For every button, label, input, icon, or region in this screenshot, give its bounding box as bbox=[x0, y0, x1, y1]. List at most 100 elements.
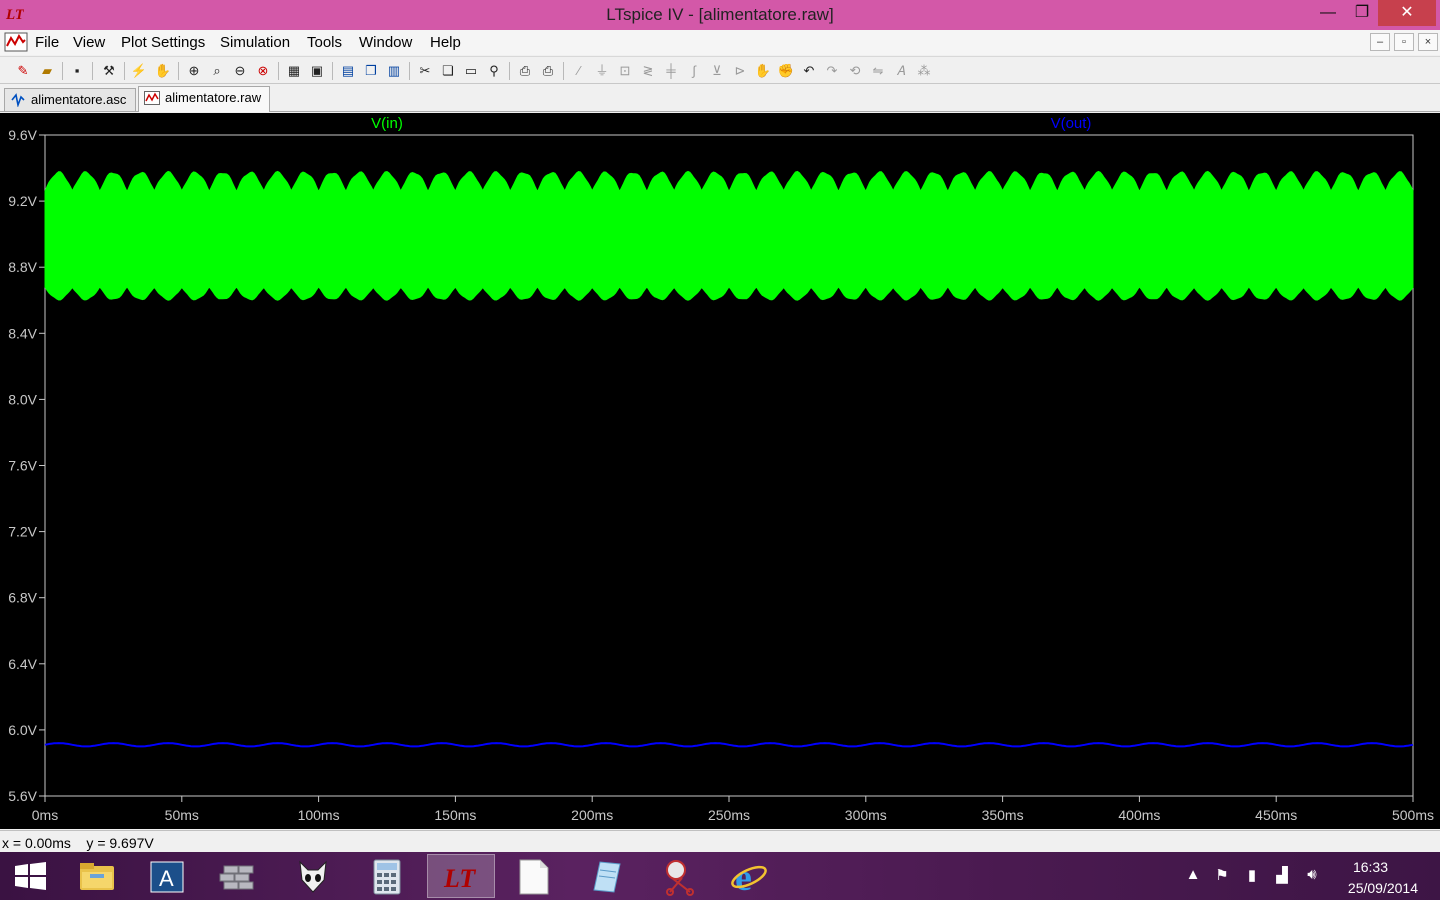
capacitor-icon[interactable]: ╪ bbox=[662, 62, 680, 80]
redo-icon[interactable]: ↷ bbox=[823, 62, 841, 80]
waveform-plot[interactable]: 9.6V 9.2V 8.8V 8.4V 8.0V 7.6V 7.2V 6.8V 6.4V 6.0V… bbox=[0, 113, 1440, 829]
toolbar: ✎ ▰ ▪ ⚒ ⚡ ✋ ⊕ ⌕ ⊖ ⊗ ▦ ▣ ▤ ❐ ▥ ✂ ❏ ▭ ⚲ ⎙ … bbox=[0, 56, 1440, 84]
y-tick-label: 5.6V bbox=[8, 788, 37, 804]
rotate-icon[interactable]: ⟲ bbox=[846, 62, 864, 80]
foobar-icon[interactable] bbox=[280, 854, 346, 898]
mdi-restore-button[interactable]: ▫ bbox=[1394, 33, 1414, 51]
print-setup-icon[interactable]: ⎙ bbox=[516, 62, 534, 80]
paste-icon[interactable]: ▭ bbox=[462, 62, 480, 80]
new-schematic-icon[interactable]: ✎ bbox=[14, 62, 32, 80]
status-bar: x = 0.00ms y = 9.697V bbox=[0, 830, 1440, 852]
minimize-button[interactable]: — bbox=[1312, 0, 1344, 26]
menu-tools[interactable]: Tools bbox=[307, 34, 342, 51]
autorange-icon[interactable]: ▦ bbox=[285, 62, 303, 80]
menu-view[interactable]: View bbox=[73, 34, 105, 51]
cascade-icon[interactable]: ❐ bbox=[362, 62, 380, 80]
y-tick-label: 9.2V bbox=[8, 193, 37, 209]
menu-window[interactable]: Window bbox=[359, 34, 412, 51]
find-icon[interactable]: ⚲ bbox=[485, 62, 503, 80]
clock-time[interactable]: 16:33 bbox=[1353, 859, 1388, 875]
waveform-chart[interactable]: 9.6V 9.2V 8.8V 8.4V 8.0V 7.6V 7.2V 6.8V 6.4V 6.0V… bbox=[0, 113, 1440, 829]
move-icon[interactable]: ✋ bbox=[754, 62, 772, 80]
cursor-readout: x = 0.00ms y = 9.697V bbox=[2, 835, 154, 851]
wire-icon[interactable]: ∕ bbox=[570, 62, 588, 80]
clock-date[interactable]: 25/09/2014 bbox=[1348, 880, 1418, 896]
ground-icon[interactable]: ⏚ bbox=[593, 62, 611, 80]
title-bar: LT LTspice IV - [alimentatore.raw] — ❐ ✕ bbox=[0, 0, 1440, 30]
menu-bar: File View Plot Settings Simulation Tools… bbox=[0, 30, 1440, 55]
x-tick-label: 250ms bbox=[708, 807, 750, 823]
series-vout-trace bbox=[44, 742, 1414, 748]
y-tick-label: 8.8V bbox=[8, 259, 37, 275]
run-icon[interactable]: ⚡ bbox=[130, 62, 148, 80]
copy-icon[interactable]: ❏ bbox=[439, 62, 457, 80]
label-net-icon[interactable]: ⊡ bbox=[616, 62, 634, 80]
control-panel-icon[interactable]: ⚒ bbox=[100, 62, 118, 80]
tab-schematic[interactable]: alimentatore.asc bbox=[4, 88, 136, 111]
zoom-area-icon[interactable]: ⌕ bbox=[208, 62, 226, 80]
tab-schematic-label: alimentatore.asc bbox=[31, 92, 127, 107]
notepad-icon[interactable] bbox=[572, 854, 638, 898]
undo-icon[interactable]: ↶ bbox=[800, 62, 818, 80]
autocad-icon[interactable]: A bbox=[135, 854, 201, 898]
snipping-tool-icon[interactable] bbox=[646, 854, 712, 898]
text-icon[interactable]: 𝐴 bbox=[892, 62, 910, 80]
diode-icon[interactable]: ⊻ bbox=[708, 62, 726, 80]
action-center-flag-icon[interactable]: ⚑ bbox=[1212, 866, 1232, 886]
x-tick-label: 50ms bbox=[165, 807, 199, 823]
trace-label-vout: V(out) bbox=[1051, 115, 1092, 132]
y-tick-label: 8.4V bbox=[8, 325, 37, 341]
drag-icon[interactable]: ✊ bbox=[777, 62, 795, 80]
x-tick-label: 150ms bbox=[434, 807, 476, 823]
document-tabs: alimentatore.asc alimentatore.raw bbox=[0, 85, 1440, 112]
mdi-minimize-button[interactable]: – bbox=[1370, 33, 1390, 51]
zoom-in-icon[interactable]: ⊕ bbox=[185, 62, 203, 80]
menu-simulation[interactable]: Simulation bbox=[220, 34, 290, 51]
close-button[interactable]: ✕ bbox=[1378, 0, 1436, 26]
start-button[interactable] bbox=[0, 854, 60, 898]
waveform-icon bbox=[144, 91, 160, 105]
volume-icon[interactable]: 🔊︎ bbox=[1302, 866, 1322, 886]
zoom-out-icon[interactable]: ⊖ bbox=[231, 62, 249, 80]
x-tick-label: 500ms bbox=[1392, 807, 1434, 823]
tab-waveform-label: alimentatore.raw bbox=[165, 90, 262, 105]
maximize-button[interactable]: ❐ bbox=[1346, 0, 1378, 26]
print-icon[interactable]: ⎙ bbox=[539, 62, 557, 80]
grid-icon[interactable]: ▣ bbox=[308, 62, 326, 80]
save-icon[interactable]: ▪ bbox=[68, 62, 86, 80]
menu-file[interactable]: File bbox=[35, 34, 59, 51]
x-tick-label: 400ms bbox=[1118, 807, 1160, 823]
mdi-close-button[interactable]: × bbox=[1418, 33, 1438, 51]
menu-help[interactable]: Help bbox=[430, 34, 461, 51]
document-icon[interactable] bbox=[500, 854, 566, 898]
schematic-icon bbox=[11, 93, 25, 107]
calculator-icon[interactable] bbox=[354, 854, 420, 898]
file-explorer-icon[interactable] bbox=[64, 854, 130, 898]
inductor-icon[interactable]: ∫ bbox=[685, 62, 703, 80]
tile-vertical-icon[interactable]: ▥ bbox=[385, 62, 403, 80]
x-tick-label: 450ms bbox=[1255, 807, 1297, 823]
cut-icon[interactable]: ✂ bbox=[416, 62, 434, 80]
zoom-fit-icon[interactable]: ⊗ bbox=[254, 62, 272, 80]
component-icon[interactable]: ⊳ bbox=[731, 62, 749, 80]
resistor-icon[interactable]: ≷ bbox=[639, 62, 657, 80]
y-tick-label: 6.4V bbox=[8, 656, 37, 672]
waveform-document-icon[interactable] bbox=[4, 32, 28, 52]
spice-directive-icon[interactable]: ⁂ bbox=[915, 62, 933, 80]
x-tick-label: 0ms bbox=[32, 807, 58, 823]
halt-icon[interactable]: ✋ bbox=[154, 62, 172, 80]
tab-waveform[interactable]: alimentatore.raw bbox=[138, 86, 270, 112]
menu-plot-settings[interactable]: Plot Settings bbox=[121, 34, 205, 51]
tile-horizontal-icon[interactable]: ▤ bbox=[339, 62, 357, 80]
mirror-icon[interactable]: ⇋ bbox=[869, 62, 887, 80]
ltspice-icon[interactable]: LT bbox=[427, 854, 495, 898]
open-icon[interactable]: ▰ bbox=[38, 62, 56, 80]
y-tick-label: 7.2V bbox=[8, 524, 37, 540]
network-signal-icon[interactable]: ▟ bbox=[1272, 866, 1292, 886]
x-tick-label: 100ms bbox=[298, 807, 340, 823]
power-icon[interactable]: ▮ bbox=[1242, 866, 1262, 886]
show-hidden-icons-icon[interactable]: ▲ bbox=[1183, 866, 1203, 886]
internet-explorer-icon[interactable]: e bbox=[718, 854, 784, 899]
svg-text:LT: LT bbox=[443, 864, 476, 893]
firewall-icon[interactable] bbox=[206, 854, 272, 898]
